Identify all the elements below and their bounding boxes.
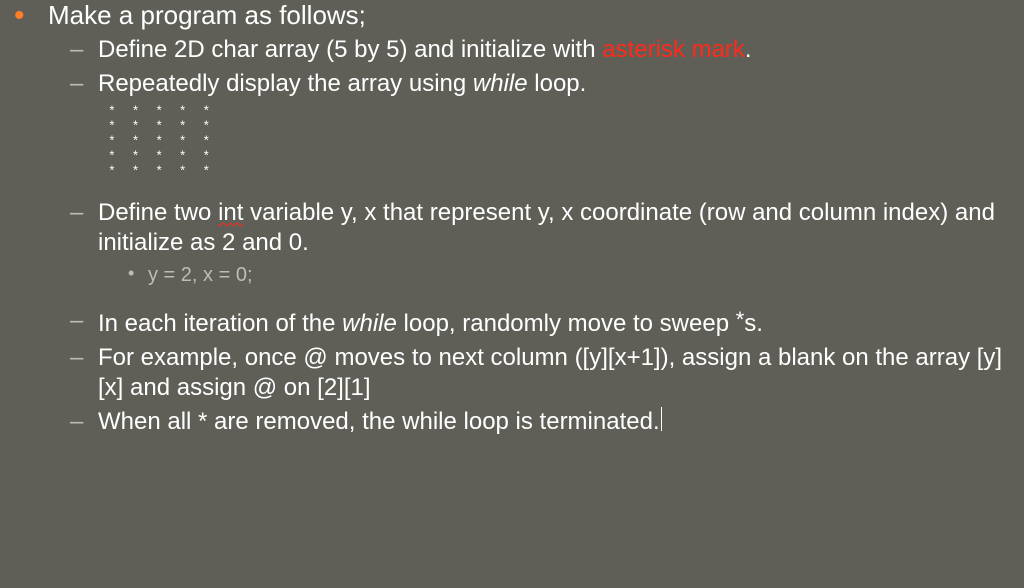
slide-content: Make a program as follows; Define 2D cha… <box>0 0 1024 437</box>
text-while: while <box>342 310 397 337</box>
bullet-define-vars: Define two int variable y, x that repres… <box>0 198 1014 258</box>
bullet-iteration: In each iteration of the while loop, ran… <box>0 306 1014 339</box>
text-segment: Repeatedly display the array using <box>98 70 473 97</box>
text-example: For example, once @ moves to next column… <box>98 344 1002 401</box>
text-segment: In each iteration of the <box>98 310 342 337</box>
text-segment: Define two <box>98 199 218 226</box>
bullet-main: Make a program as follows; <box>0 0 1014 31</box>
text-cursor <box>661 407 662 431</box>
text-segment: . <box>745 36 752 63</box>
asterisk-grid: * * * * * * * * * * * * * * * * * * * * … <box>108 105 1014 180</box>
bullet-main-text: Make a program as follows; <box>48 0 366 30</box>
sub-bullet-init: y = 2, x = 0; <box>0 262 1014 288</box>
bullet-example: For example, once @ moves to next column… <box>0 343 1014 403</box>
bullet-terminate: When all * are removed, the while loop i… <box>0 407 1014 437</box>
text-segment: loop. <box>528 70 587 97</box>
text-asterisk-mark: asterisk mark <box>602 36 745 63</box>
text-int: int <box>218 199 243 226</box>
bullet-display-array: Repeatedly display the array using while… <box>0 69 1014 99</box>
bullet-define-array: Define 2D char array (5 by 5) and initia… <box>0 35 1014 65</box>
text-segment: s. <box>744 310 763 337</box>
text-terminate: When all * are removed, the while loop i… <box>98 408 660 435</box>
text-while: while <box>473 70 528 97</box>
text-star: * <box>736 307 745 332</box>
text-segment: loop, randomly move to sweep <box>397 310 736 337</box>
text-init-values: y = 2, x = 0; <box>148 264 253 286</box>
text-segment: Define 2D char array (5 by 5) and initia… <box>98 36 602 63</box>
